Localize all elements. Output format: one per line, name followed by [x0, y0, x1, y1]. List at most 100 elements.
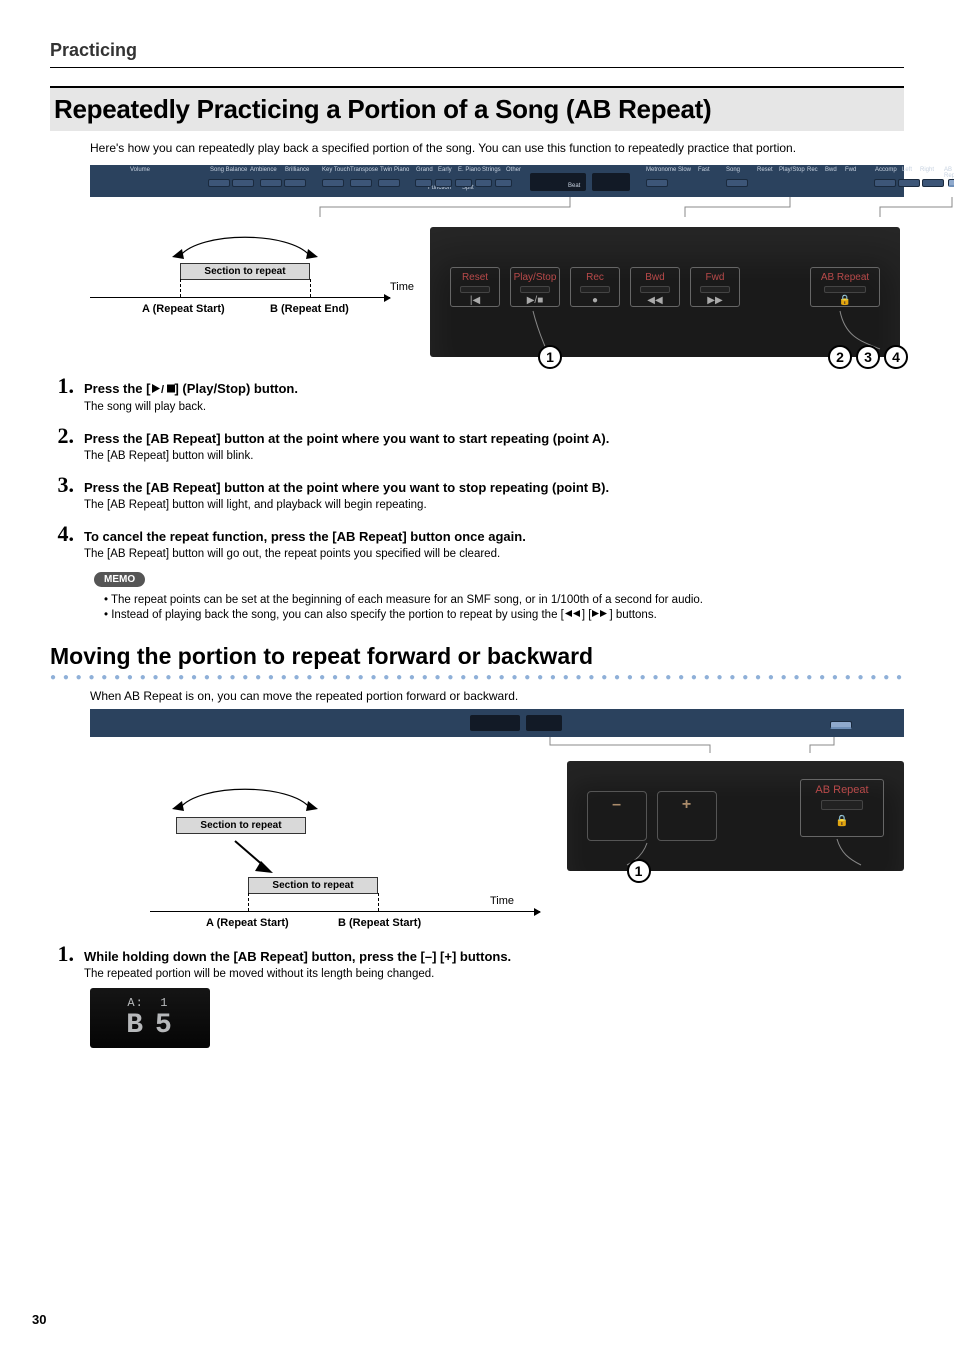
subsection-intro: When AB Repeat is on, you can move the r…	[90, 689, 904, 703]
lock-icon: 🔒	[835, 814, 849, 827]
callout-1: 1	[627, 859, 651, 883]
step-sub: The song will play back.	[84, 401, 904, 413]
b-repeat-end-label: B (Repeat End)	[270, 303, 349, 315]
play-stop-button-illustration: Play/Stop ▶/■	[510, 267, 560, 307]
step-sub: The [AB Repeat] button will go out, the …	[84, 548, 904, 560]
step-text: To cancel the repeat function, press the…	[84, 529, 526, 544]
memo-text: ] [	[582, 609, 592, 621]
panel-button	[455, 179, 472, 187]
callout-1: 1	[538, 345, 562, 369]
memo-text: Instead of playing back the song, you ca…	[111, 609, 564, 621]
step-sub: The repeated portion will be moved witho…	[84, 968, 904, 980]
step-number: 1.	[50, 373, 74, 399]
step-number: 1.	[50, 941, 74, 967]
panel-button	[475, 179, 492, 187]
panel-button	[435, 179, 452, 187]
lcd-display-illustration: A: B 1 5	[90, 988, 210, 1048]
panel-button	[922, 179, 944, 187]
step-text: Press the [AB Repeat] button at the poin…	[84, 480, 609, 495]
lcd-segment	[526, 715, 562, 731]
panel-button	[208, 179, 230, 187]
panel-label: Volume	[130, 167, 150, 173]
memo-list: The repeat points can be set at the begi…	[104, 594, 904, 621]
panel-button	[646, 179, 668, 187]
steps-list-1: 1. Press the [ / ] (Play/Stop) button. The…	[50, 373, 904, 560]
fwd-button-illustration: Fwd ▶▶	[690, 267, 740, 307]
lcd-a-label: A:	[127, 996, 143, 1010]
panel-label: Ambience	[250, 167, 277, 173]
panel-label: Early	[438, 167, 452, 173]
subsection-heading: Moving the portion to repeat forward or …	[50, 643, 904, 670]
panel-label: Song Balance	[210, 167, 247, 173]
step-text: Press the [AB Repeat] button at the poin…	[84, 431, 609, 446]
step-2: 2. Press the [AB Repeat] button at the p…	[50, 423, 904, 462]
lcd-segment-right	[592, 173, 630, 191]
step-4: 4. To cancel the repeat function, press …	[50, 521, 904, 560]
section-to-repeat-box: Section to repeat	[180, 263, 310, 280]
panel-label: Slow	[678, 167, 691, 173]
memo-item: The repeat points can be set at the begi…	[104, 594, 904, 606]
breadcrumb: Practicing	[50, 40, 904, 61]
panel-label: Beat	[568, 183, 580, 189]
step-number: 3.	[50, 472, 74, 498]
plus-icon: +	[682, 796, 691, 814]
panel-label: Twin Piano	[380, 167, 409, 173]
panel-label: Bwd	[825, 167, 837, 173]
panel-button	[260, 179, 282, 187]
panel-button	[350, 179, 372, 187]
step-sub: The [AB Repeat] button will blink.	[84, 450, 904, 462]
ab-repeat-button-illustration: AB Repeat 🔒	[800, 779, 884, 837]
panel-label: Right	[920, 167, 934, 173]
svg-text:/: /	[161, 384, 164, 396]
divider	[50, 67, 904, 68]
panel-label: Play/Stop	[779, 167, 805, 173]
dotted-rule: ● ● ● ● ● ● ● ● ● ● ● ● ● ● ● ● ● ● ● ● …	[50, 672, 904, 683]
fast-forward-icon	[591, 609, 609, 621]
hardware-photo-transport: Reset |◀ Play/Stop ▶/■ Rec ● Bwd ◀◀ Fwd	[430, 227, 900, 357]
step-text: ] (Play/Stop) button.	[174, 381, 297, 396]
step-number: 2.	[50, 423, 74, 449]
rewind-icon	[564, 609, 582, 621]
button-label: Rec	[586, 272, 604, 283]
button-label: AB Repeat	[821, 272, 869, 283]
panel-label: Strings	[482, 167, 501, 173]
step-1: 1. Press the [ / ] (Play/Stop) button. The…	[50, 373, 904, 413]
section-to-repeat-box-1: Section to repeat	[176, 817, 306, 834]
timeline-diagram-2: Section to repeat Section to repeat Time…	[90, 761, 547, 931]
minus-button-illustration: –	[587, 791, 647, 841]
lcd-b-value: 5	[155, 1010, 174, 1041]
panel-label: Song	[726, 167, 740, 173]
section-heading-bar: Repeatedly Practicing a Portion of a Son…	[50, 86, 904, 131]
callout-3: 3	[856, 345, 880, 369]
fast-forward-icon: ▶▶	[707, 295, 722, 306]
panel-label: Rec	[807, 167, 818, 173]
panel-button-abrepeat	[830, 721, 852, 729]
panel-button	[495, 179, 512, 187]
callout-4: 4	[884, 345, 908, 369]
panel-label: AB Repeat	[944, 167, 954, 179]
a-repeat-start-label: A (Repeat Start)	[142, 303, 225, 315]
panel-label: Fwd	[845, 167, 856, 173]
reset-button-illustration: Reset |◀	[450, 267, 500, 307]
page-title: Repeatedly Practicing a Portion of a Son…	[54, 94, 894, 125]
panel-label: Fast	[698, 167, 710, 173]
ab-repeat-button-illustration: AB Repeat 🔒	[810, 267, 880, 307]
control-panel-illustration: Volume Song Balance Ambience Brilliance …	[90, 165, 904, 197]
step-text: Press the [	[84, 381, 150, 396]
panel-button	[232, 179, 254, 187]
panel-label: Reset	[757, 167, 773, 173]
panel-label: Key Touch	[322, 167, 350, 173]
play-stop-icon: /	[150, 382, 174, 397]
button-label: Fwd	[706, 272, 725, 283]
rec-button-illustration: Rec ●	[570, 267, 620, 307]
lcd-b-label: 1	[160, 996, 168, 1010]
plus-button-illustration: +	[657, 791, 717, 841]
button-label: Reset	[462, 272, 488, 283]
reset-icon: |◀	[470, 295, 480, 306]
panel-button	[726, 179, 748, 187]
play-stop-icon: ▶/■	[527, 295, 544, 306]
button-label: AB Repeat	[815, 784, 868, 796]
step-number: 4.	[50, 521, 74, 547]
section-to-repeat-box-2: Section to repeat	[248, 877, 378, 894]
minus-icon: –	[612, 796, 621, 814]
